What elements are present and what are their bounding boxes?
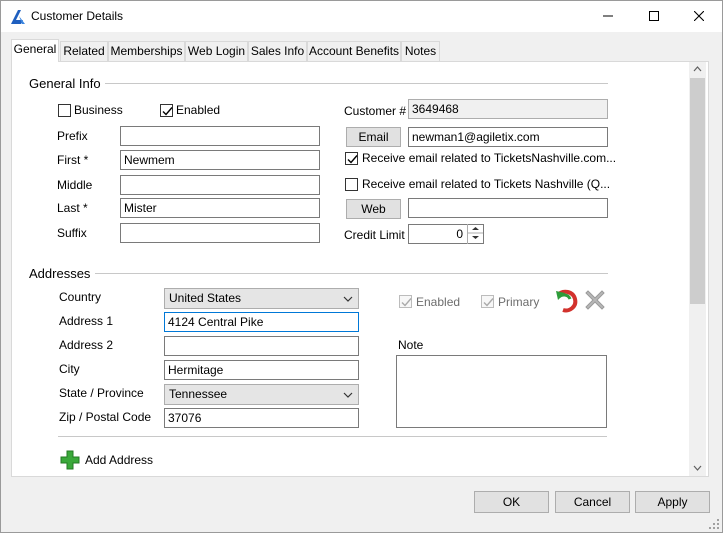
ok-button[interactable]: OK (474, 491, 549, 513)
tab-web-login[interactable]: Web Login (185, 41, 248, 61)
prefix-label: Prefix (57, 129, 88, 143)
middle-name-field[interactable] (120, 175, 320, 195)
tab-sales-info[interactable]: Sales Info (248, 41, 307, 61)
window-title: Customer Details (31, 9, 124, 23)
receive-email-2-label: Receive email related to Tickets Nashvil… (362, 177, 611, 191)
customer-number-label: Customer # (344, 104, 407, 118)
address1-label: Address 1 (59, 314, 114, 328)
tab-general[interactable]: General (11, 39, 59, 62)
minimize-button[interactable] (585, 1, 631, 31)
scrollbar-thumb[interactable] (690, 78, 705, 304)
last-name-label: Last * (57, 201, 88, 215)
close-icon (694, 11, 704, 21)
email-field[interactable]: newman1@agiletix.com (408, 127, 608, 147)
suffix-field[interactable] (120, 223, 320, 243)
resize-grip-icon[interactable] (708, 518, 720, 530)
tab-notes[interactable]: Notes (401, 41, 440, 61)
apply-button[interactable]: Apply (635, 491, 710, 513)
note-label: Note (398, 338, 424, 352)
spin-arrows-icon (468, 227, 483, 239)
scroll-up-icon[interactable] (693, 66, 702, 72)
delete-x-icon[interactable] (583, 288, 607, 312)
receive-email-2-checkbox[interactable] (345, 178, 358, 191)
country-label: Country (59, 290, 102, 304)
city-label: City (59, 362, 80, 376)
customer-number-field: 3649468 (408, 99, 608, 119)
general-info-divider (105, 83, 608, 84)
address-enabled-label: Enabled (416, 295, 461, 309)
checkmark-icon (483, 298, 494, 307)
zip-label: Zip / Postal Code (59, 410, 152, 424)
tab-related[interactable]: Related (60, 41, 108, 61)
maximize-icon (649, 11, 659, 21)
prefix-field[interactable] (120, 126, 320, 146)
credit-limit-label: Credit Limit (344, 228, 405, 242)
last-name-field[interactable]: Mister (120, 198, 320, 218)
note-field[interactable] (396, 355, 607, 428)
country-value: United States (169, 291, 242, 305)
checkmark-icon (401, 298, 412, 307)
addresses-divider (95, 273, 608, 274)
customer-details-window: Customer Details General Related Members… (0, 0, 723, 533)
credit-limit-spinner[interactable] (467, 224, 483, 244)
close-button[interactable] (676, 1, 722, 31)
web-field[interactable] (408, 198, 608, 218)
chevron-down-icon (343, 392, 353, 398)
add-address-divider (58, 436, 607, 437)
general-info-title: General Info (29, 76, 101, 91)
minimize-icon (603, 15, 613, 17)
addresses-title: Addresses (29, 266, 91, 281)
checkmark-icon (347, 155, 358, 164)
business-label: Business (74, 103, 123, 117)
web-button[interactable]: Web (346, 199, 401, 219)
address-primary-checkbox (481, 295, 494, 308)
address2-field[interactable] (164, 336, 359, 356)
plus-icon[interactable] (60, 450, 80, 470)
address1-field[interactable]: 4124 Central Pike (164, 312, 359, 332)
chevron-down-icon (343, 296, 353, 302)
tab-memberships[interactable]: Memberships (108, 41, 185, 61)
state-value: Tennessee (169, 387, 228, 401)
first-name-label: First * (57, 153, 89, 167)
cancel-button[interactable]: Cancel (555, 491, 630, 513)
business-checkbox[interactable] (58, 104, 71, 117)
enabled-label: Enabled (176, 103, 221, 117)
state-dropdown[interactable]: Tennessee (164, 384, 359, 405)
suffix-label: Suffix (57, 226, 87, 240)
address-primary-label: Primary (498, 295, 540, 309)
receive-email-1-checkbox[interactable] (345, 152, 358, 165)
state-label: State / Province (59, 386, 144, 400)
maximize-button[interactable] (631, 1, 677, 31)
checkmark-icon (162, 107, 173, 116)
enabled-checkbox[interactable] (160, 104, 173, 117)
title-bar: Customer Details (1, 1, 722, 32)
address-enabled-checkbox (399, 295, 412, 308)
undo-icon[interactable] (553, 288, 579, 314)
first-name-field[interactable]: Newmem (120, 150, 320, 170)
receive-email-1-label: Receive email related to TicketsNashvill… (362, 151, 617, 165)
email-button[interactable]: Email (346, 127, 401, 147)
city-field[interactable]: Hermitage (164, 360, 359, 380)
middle-name-label: Middle (57, 178, 93, 192)
zip-field[interactable]: 37076 (164, 408, 359, 428)
address2-label: Address 2 (59, 338, 114, 352)
scroll-down-icon[interactable] (693, 465, 702, 471)
tab-account-benefits[interactable]: Account Benefits (307, 41, 401, 61)
country-dropdown[interactable]: United States (164, 288, 359, 309)
app-logo-icon (11, 10, 25, 24)
add-address-link[interactable]: Add Address (85, 453, 153, 467)
